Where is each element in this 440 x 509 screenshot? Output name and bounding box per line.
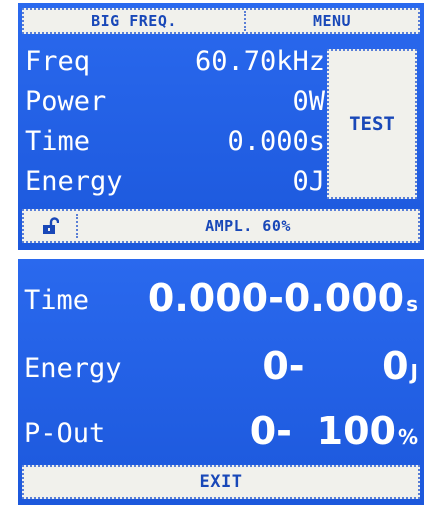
freq-row: Freq 60.70kHz: [25, 43, 325, 81]
time-value: 0.000s: [227, 126, 325, 157]
time-range: 0.000 - 0.000 s: [148, 276, 418, 320]
power-value: 0W: [292, 86, 325, 117]
pout-from-value: 0: [249, 409, 277, 453]
test-label: TEST: [349, 113, 395, 135]
test-button[interactable]: TEST: [327, 49, 417, 199]
energy-to-value: 0: [382, 344, 409, 388]
menu-button[interactable]: MENU: [246, 10, 418, 32]
energy-limit-label: Energy: [24, 353, 122, 384]
amplitude-button[interactable]: AMPL. 60%: [78, 211, 418, 241]
big-freq-button[interactable]: BIG FREQ.: [24, 10, 244, 32]
exit-label: EXIT: [199, 472, 243, 492]
range-dash: -: [288, 344, 305, 388]
energy-row: Energy 0J: [25, 163, 325, 201]
energy-from-value: 0: [262, 344, 289, 388]
pout-limit-row: P-Out 0 - 100 %: [24, 397, 418, 457]
time-limit-row: Time 0.000 - 0.000 s: [24, 264, 418, 324]
exit-button[interactable]: EXIT: [22, 465, 420, 499]
freq-label: Freq: [25, 46, 91, 77]
pout-unit: %: [397, 425, 418, 449]
top-menu-bar: BIG FREQ. MENU: [22, 8, 420, 34]
pout-range: 0 - 100 %: [216, 409, 418, 453]
time-from-value: 0.000: [147, 276, 269, 320]
power-label: Power: [25, 86, 107, 117]
energy-label: Energy: [25, 166, 123, 197]
energy-value: 0J: [292, 166, 325, 197]
time-label: Time: [25, 126, 91, 157]
amplitude-label: AMPL. 60%: [205, 217, 291, 235]
menu-label: MENU: [312, 12, 352, 30]
unlock-icon: [43, 217, 59, 234]
lock-button[interactable]: [24, 211, 76, 241]
limits-screen: Time 0.000 - 0.000 s Energy 0 - 0 J P-Ou…: [18, 259, 424, 505]
time-to-value: 0.000: [283, 276, 405, 320]
energy-range: 0 - 0 J: [229, 344, 418, 388]
bottom-status-bar: AMPL. 60%: [22, 209, 420, 243]
time-unit: s: [406, 292, 418, 316]
power-row: Power 0W: [25, 83, 325, 121]
time-limit-label: Time: [24, 285, 90, 316]
range-dash: -: [276, 409, 292, 453]
energy-unit: J: [410, 360, 418, 384]
range-dash: -: [268, 276, 284, 320]
freq-value: 60.70kHz: [194, 46, 325, 77]
main-screen: BIG FREQ. MENU Freq 60.70kHz Power 0W Ti…: [18, 3, 424, 250]
pout-limit-label: P-Out: [24, 418, 106, 449]
time-row: Time 0.000s: [25, 123, 325, 161]
pout-to-value: 100: [316, 409, 396, 453]
energy-limit-row: Energy 0 - 0 J: [24, 332, 418, 392]
big-freq-label: BIG FREQ.: [91, 12, 177, 30]
